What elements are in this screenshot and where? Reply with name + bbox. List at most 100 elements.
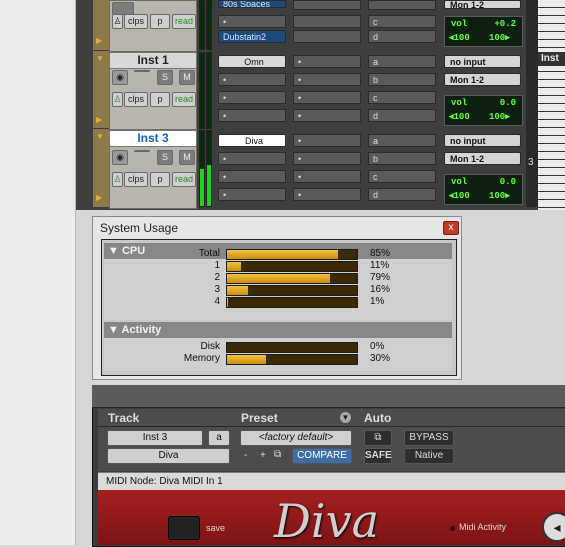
auto-section-label: Auto bbox=[364, 411, 392, 425]
record-arm-button[interactable]: ◉ bbox=[112, 70, 128, 85]
send-slot[interactable] bbox=[368, 0, 436, 10]
collapse-triangle-icon: ▼ bbox=[108, 324, 119, 336]
input-monitor-button[interactable] bbox=[134, 150, 150, 152]
volume-pan-display[interactable]: vol 0.0 ◂100 100▸ bbox=[444, 174, 523, 205]
insert-slot-empty[interactable]: • bbox=[293, 152, 361, 165]
mute-button[interactable]: M bbox=[179, 150, 195, 165]
track-label-edge: Inst bbox=[538, 52, 565, 66]
input-selector[interactable]: no input bbox=[444, 134, 521, 147]
automation-mode-button[interactable]: read bbox=[172, 172, 196, 187]
automation-window-icon[interactable]: ⧉ bbox=[364, 430, 392, 446]
clips-button[interactable]: clps bbox=[124, 14, 148, 29]
insert-slot-empty[interactable]: • bbox=[218, 91, 286, 104]
output-selector[interactable]: Mon 1-2 bbox=[444, 152, 521, 165]
send-slot[interactable]: d bbox=[368, 109, 436, 122]
insert-slot-empty[interactable]: • bbox=[293, 170, 361, 183]
mute-button[interactable]: M bbox=[179, 70, 195, 85]
input-selector[interactable]: no input bbox=[444, 55, 521, 68]
send-slot[interactable]: d bbox=[368, 30, 436, 43]
insert-slot-empty[interactable]: • bbox=[293, 109, 361, 122]
playlist-button[interactable]: p bbox=[150, 92, 170, 107]
track-sidebar[interactable]: ▼ ▶ bbox=[93, 51, 110, 128]
track-menu-icon[interactable]: ▼ bbox=[96, 54, 104, 63]
send-slot[interactable]: c bbox=[368, 15, 436, 28]
vol-label: vol bbox=[451, 19, 468, 29]
close-icon[interactable]: x bbox=[443, 221, 459, 235]
insert-slot-empty[interactable] bbox=[293, 0, 361, 10]
insert-slot-empty[interactable]: • bbox=[218, 170, 286, 183]
send-slot[interactable]: d bbox=[368, 188, 436, 201]
track-sidebar[interactable]: ▶ bbox=[93, 0, 110, 50]
clips-button[interactable]: clps bbox=[124, 92, 148, 107]
insert-slot[interactable]: 80s Spaces bbox=[218, 0, 286, 8]
record-arm-button[interactable]: ◉ bbox=[112, 150, 128, 165]
safe-button[interactable]: SAFE bbox=[364, 448, 392, 464]
usage-row-label: 1 bbox=[214, 260, 220, 271]
native-indicator: Native bbox=[404, 448, 454, 464]
tuner-icon[interactable]: ♙ bbox=[112, 14, 123, 29]
previous-preset-button[interactable]: - bbox=[244, 450, 247, 461]
track-selector[interactable]: Inst 3 bbox=[107, 430, 203, 446]
solo-button[interactable]: S bbox=[157, 70, 173, 85]
plugin-selector[interactable]: Diva bbox=[107, 448, 230, 464]
send-slot[interactable]: a bbox=[368, 55, 436, 68]
preset-selector[interactable]: <factory default> bbox=[240, 430, 352, 446]
clips-button[interactable]: clps bbox=[124, 172, 148, 187]
send-slot[interactable]: b bbox=[368, 73, 436, 86]
pan-right-value: 100▸ bbox=[489, 112, 510, 122]
expand-arrow-icon: ▶ bbox=[96, 193, 103, 202]
send-slot[interactable]: a bbox=[368, 134, 436, 147]
solo-button[interactable]: S bbox=[157, 150, 173, 165]
insert-slot-empty[interactable]: • bbox=[293, 55, 361, 68]
insert-slot-empty[interactable]: • bbox=[293, 91, 361, 104]
activity-section-header[interactable]: ▼ Activity bbox=[104, 322, 452, 338]
insert-slot-empty[interactable] bbox=[293, 15, 361, 28]
automation-mode-button[interactable]: read bbox=[172, 92, 196, 107]
volume-pan-display[interactable]: vol 0.0 ◂100 100▸ bbox=[444, 95, 523, 126]
navigate-left-icon[interactable]: ◂ bbox=[542, 512, 565, 542]
tuner-icon[interactable]: ♙ bbox=[112, 92, 123, 107]
pan-left-value: ◂100 bbox=[449, 112, 470, 122]
insert-slot-empty[interactable]: • bbox=[293, 188, 361, 201]
insert-slot-empty[interactable]: • bbox=[293, 134, 361, 147]
preset-menu-icon[interactable]: ▼ bbox=[340, 412, 351, 423]
insert-slot-empty[interactable]: • bbox=[218, 152, 286, 165]
next-preset-button[interactable]: + bbox=[260, 450, 266, 461]
output-selector[interactable]: Mon 1-2 bbox=[444, 73, 521, 86]
divider bbox=[526, 0, 538, 207]
pan-right-value: 100▸ bbox=[489, 191, 510, 201]
playlist-button[interactable]: p bbox=[150, 172, 170, 187]
expand-arrow-icon: ▶ bbox=[96, 115, 103, 124]
input-monitor-button[interactable] bbox=[134, 70, 150, 72]
insert-slot[interactable]: Omn bbox=[218, 55, 286, 68]
output-selector[interactable]: Mon 1-2 bbox=[444, 0, 521, 9]
insert-slot-empty[interactable]: • bbox=[293, 73, 361, 86]
compare-button[interactable]: COMPARE bbox=[292, 448, 352, 464]
track-menu-icon[interactable]: ▼ bbox=[96, 132, 104, 141]
activity-header-label: Activity bbox=[121, 324, 162, 336]
automation-mode-button[interactable]: read bbox=[172, 14, 196, 29]
insert-slot[interactable]: Dubstatin2 bbox=[218, 30, 286, 43]
playlist-button[interactable]: p bbox=[150, 14, 170, 29]
track-sidebar[interactable]: ▼ ▶ bbox=[93, 129, 110, 207]
volume-pan-display[interactable]: vol +0.2 ◂100 100▸ bbox=[444, 16, 523, 47]
insert-slot-empty[interactable]: • bbox=[218, 109, 286, 122]
send-slot[interactable]: c bbox=[368, 170, 436, 183]
send-slot[interactable]: b bbox=[368, 152, 436, 165]
bypass-button[interactable]: BYPASS bbox=[404, 430, 454, 446]
insert-slot-empty[interactable]: • bbox=[218, 15, 286, 28]
copy-settings-icon[interactable]: ⧉ bbox=[274, 449, 281, 460]
insert-slot-empty[interactable]: • bbox=[218, 73, 286, 86]
tuner-icon[interactable]: ♙ bbox=[112, 172, 123, 187]
save-preset-button[interactable] bbox=[168, 516, 200, 540]
insert-slot-empty[interactable]: • bbox=[218, 188, 286, 201]
track-sub-selector[interactable]: a bbox=[208, 430, 230, 446]
usage-bar bbox=[226, 297, 358, 308]
send-slot[interactable]: c bbox=[368, 91, 436, 104]
insert-slot[interactable]: Diva bbox=[218, 134, 286, 147]
midi-activity-label: Midi Activity bbox=[459, 522, 507, 532]
track-name[interactable]: Inst 1 bbox=[109, 52, 197, 69]
insert-slot-empty[interactable] bbox=[293, 30, 361, 43]
level-meter bbox=[206, 52, 212, 129]
track-name[interactable]: Inst 3 bbox=[109, 130, 197, 147]
